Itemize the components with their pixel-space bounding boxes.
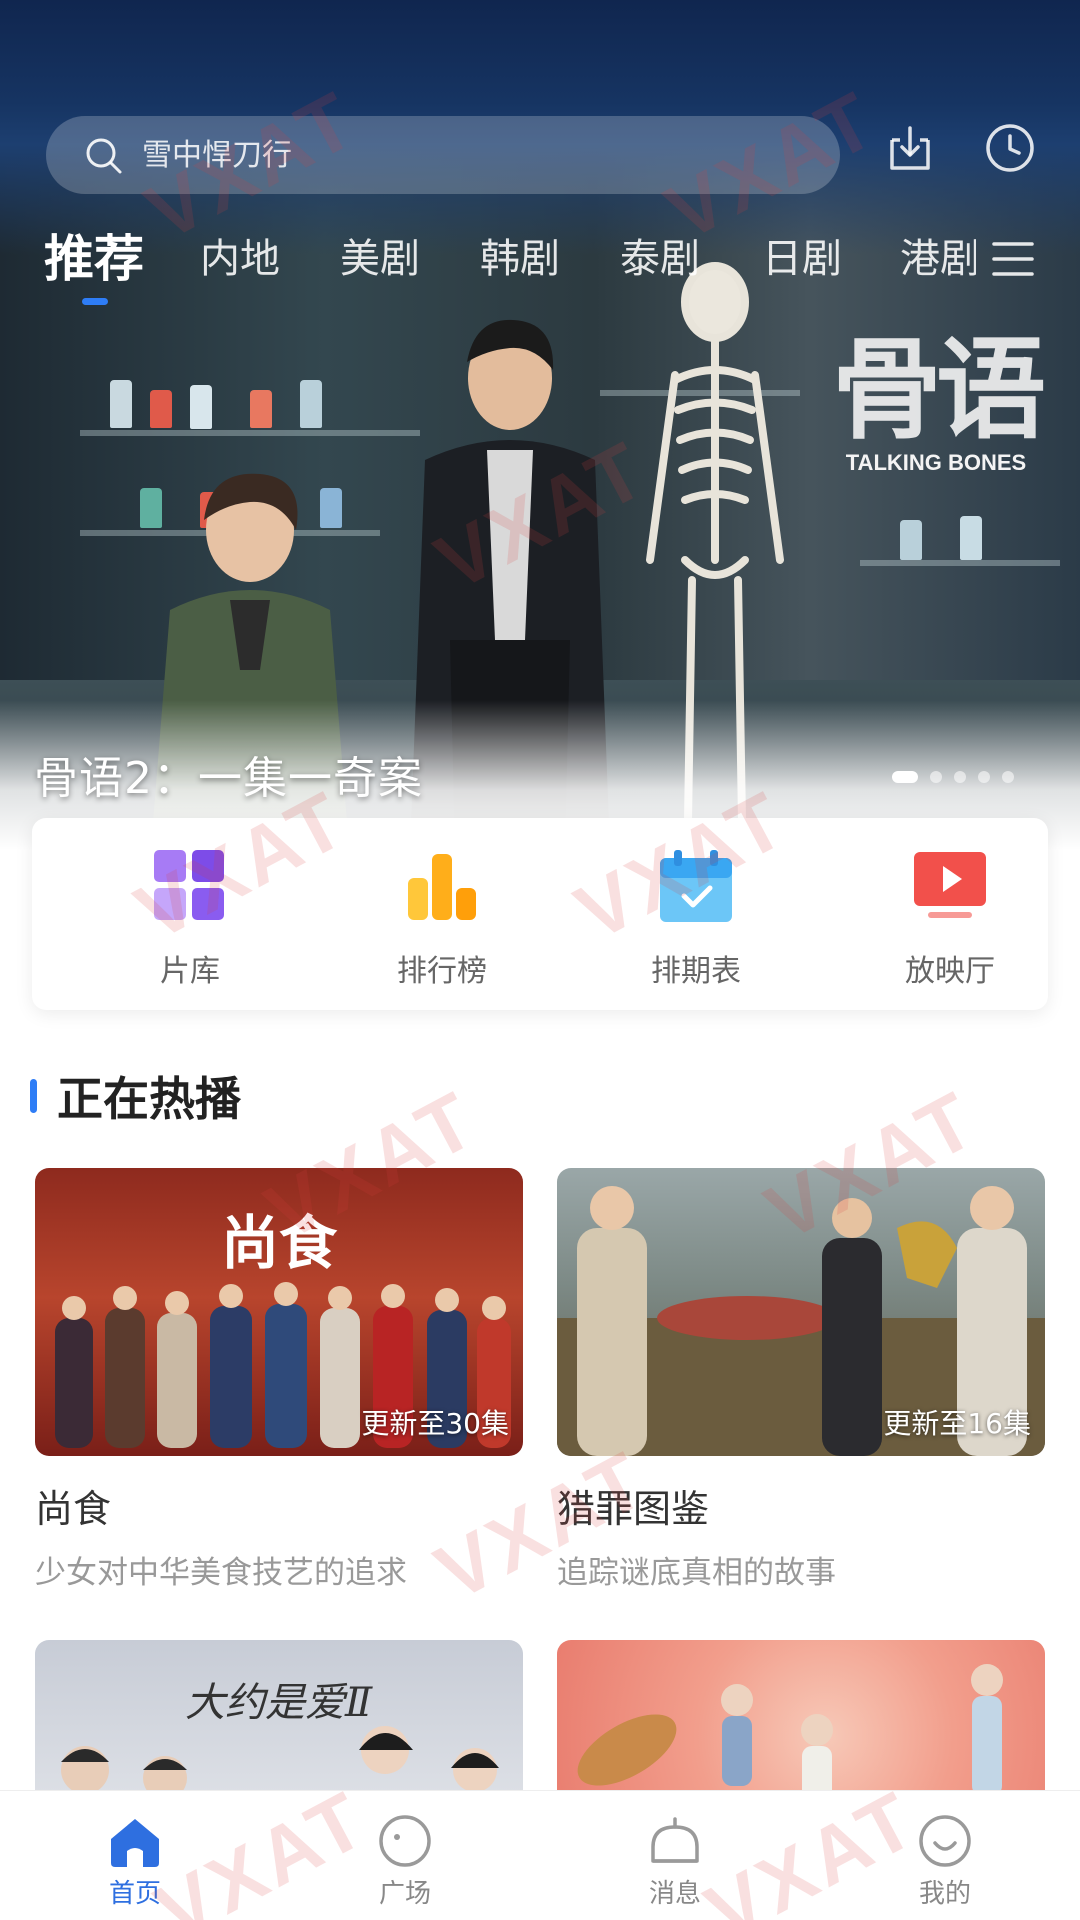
plaza-icon xyxy=(379,1815,431,1867)
carousel-dot xyxy=(954,771,966,783)
nav-profile[interactable]: 我的 xyxy=(885,1813,1005,1910)
section-title: 正在热播 xyxy=(57,1072,241,1126)
show-card[interactable]: 尚食 更新至30集 尚食 少女对中华美食技艺的追求 xyxy=(35,1168,523,1592)
show-description: 少女对中华美食技艺的追求 xyxy=(35,1555,407,1591)
bottom-nav-bar: 首页 广场 消息 我的 xyxy=(0,1790,1080,1920)
nav-label: 消息 xyxy=(648,1879,701,1909)
carousel-dot xyxy=(1002,771,1014,783)
home-icon xyxy=(111,1819,159,1867)
nav-home[interactable]: 首页 xyxy=(75,1813,195,1910)
carousel-dot-active xyxy=(892,771,918,783)
poster-figures xyxy=(61,1726,499,1800)
nav-plaza[interactable]: 广场 xyxy=(345,1813,465,1910)
tab-overflow: 港剧 xyxy=(898,224,976,304)
quick-entry-schedule[interactable]: 排期表 xyxy=(616,848,776,990)
poster-figures xyxy=(577,1664,1003,1800)
calendar-check-icon xyxy=(660,850,732,922)
smile-icon xyxy=(919,1815,971,1867)
quick-entry-ranking[interactable]: 排行榜 xyxy=(362,848,522,990)
quick-entry-label: 排期表 xyxy=(651,954,741,989)
search-input[interactable] xyxy=(142,116,742,194)
show-card[interactable]: 更新至16集 猎罪图鉴 追踪谜底真相的故事 xyxy=(557,1168,1045,1592)
chart-bars-icon xyxy=(408,854,476,920)
show-poster xyxy=(557,1640,1045,1800)
search-icon xyxy=(86,138,122,174)
search-bar[interactable] xyxy=(46,116,840,194)
episode-badge: 更新至30集 xyxy=(361,1407,509,1440)
tab-hk-drama[interactable]: 港剧 xyxy=(900,224,976,294)
nav-label: 我的 xyxy=(918,1879,971,1909)
show-poster: 大约是爱Ⅱ xyxy=(35,1640,523,1800)
banner-title[interactable]: 骨语2：一集一奇案 xyxy=(34,742,423,806)
nav-messages[interactable]: 消息 xyxy=(615,1813,735,1910)
tab-japanese-drama[interactable]: 日剧 xyxy=(762,224,842,294)
tab-korean-drama[interactable]: 韩剧 xyxy=(480,224,560,294)
show-poster: 更新至16集 xyxy=(557,1168,1045,1456)
quick-entry-library[interactable]: 片库 xyxy=(110,848,270,990)
poster-logo: 骨语 TALKING BONES xyxy=(832,300,1046,476)
quick-entry-label: 放映厅 xyxy=(905,954,995,989)
quick-entry-theater[interactable]: 放映厅 xyxy=(870,848,1030,990)
show-description: 追踪谜底真相的故事 xyxy=(557,1555,836,1591)
carousel-dot xyxy=(930,771,942,783)
show-title: 尚食 xyxy=(35,1487,112,1531)
tab-recommend[interactable]: 推荐 xyxy=(44,224,144,294)
carousel-indicator xyxy=(892,771,1014,783)
show-poster: 尚食 更新至30集 xyxy=(35,1168,523,1456)
active-tab-indicator xyxy=(82,298,108,305)
quick-entry-label: 片库 xyxy=(160,954,220,989)
poster-title-text: 尚食 xyxy=(220,1209,337,1277)
category-tabs: 推荐 内地 美剧 韩剧 泰剧 日剧 港剧 xyxy=(0,224,1080,305)
show-card[interactable] xyxy=(557,1640,1045,1800)
tab-mainland[interactable]: 内地 xyxy=(200,224,280,294)
tab-thai-drama[interactable]: 泰剧 xyxy=(620,224,700,294)
quick-entry-card: 片库 排行榜 排期表 放映厅 xyxy=(32,818,1048,1010)
grid-icon xyxy=(154,850,224,920)
section-header: 正在热播 xyxy=(30,1068,241,1126)
show-title: 猎罪图鉴 xyxy=(557,1487,710,1531)
play-screen-icon xyxy=(914,852,986,918)
episode-badge: 更新至16集 xyxy=(883,1407,1031,1440)
carousel-dot xyxy=(978,771,990,783)
section-accent-bar xyxy=(30,1079,37,1113)
nav-label: 广场 xyxy=(378,1879,431,1909)
menu-icon[interactable] xyxy=(990,236,1036,282)
nav-label: 首页 xyxy=(108,1879,161,1909)
download-icon[interactable] xyxy=(882,120,938,176)
poster-logo-cn: 骨语 xyxy=(832,325,1046,454)
bell-icon xyxy=(651,1817,699,1863)
tab-us-drama[interactable]: 美剧 xyxy=(340,224,420,294)
history-clock-icon[interactable] xyxy=(982,120,1038,176)
show-card[interactable]: 大约是爱Ⅱ xyxy=(35,1640,523,1800)
quick-entry-label: 排行榜 xyxy=(397,954,487,989)
